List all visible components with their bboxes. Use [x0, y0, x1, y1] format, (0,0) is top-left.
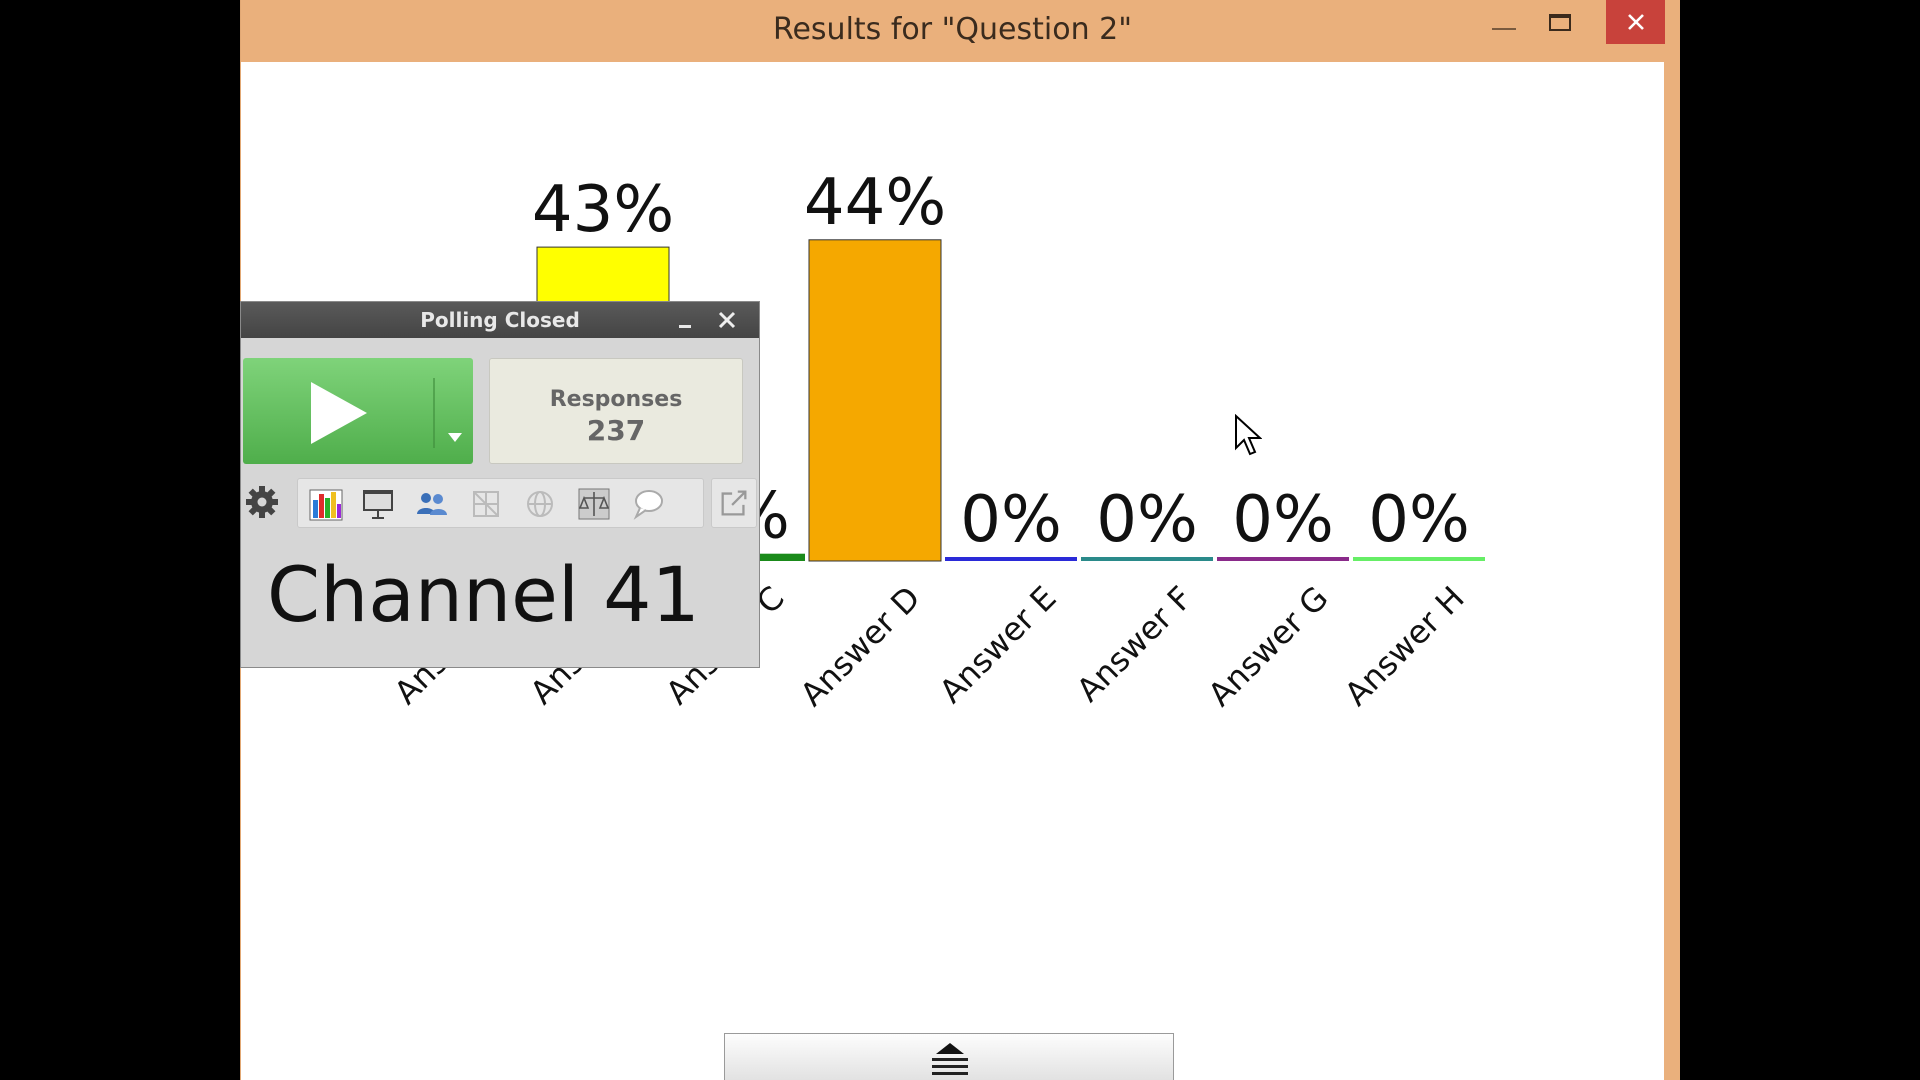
- presentation-icon: [363, 490, 393, 519]
- title-bar[interactable]: Results for "Question 2": [241, 0, 1665, 62]
- gear-icon: [246, 486, 278, 518]
- polling-close-button[interactable]: [713, 306, 743, 334]
- export-button[interactable]: [711, 478, 757, 528]
- value-label: 0%: [1232, 483, 1334, 557]
- close-icon: [718, 311, 736, 329]
- close-icon: [1627, 14, 1644, 30]
- minimize-icon: [679, 325, 691, 328]
- scale-button[interactable]: [574, 484, 614, 524]
- minimize-button[interactable]: [1476, 0, 1532, 44]
- polling-minimize-button[interactable]: [671, 308, 701, 332]
- maximize-button[interactable]: [1532, 0, 1588, 44]
- window-title: Results for "Question 2": [772, 12, 1133, 47]
- button-divider: [433, 378, 435, 448]
- bar-answer-d: [808, 239, 942, 562]
- globe-icon: [527, 491, 553, 517]
- close-button[interactable]: [1606, 0, 1665, 44]
- value-label: 43%: [532, 173, 674, 247]
- eject-menu-icon: [932, 1043, 968, 1075]
- category-label: Answer F: [1069, 579, 1199, 709]
- comment-button[interactable]: [628, 484, 668, 524]
- channel-label: Channel 41: [267, 550, 700, 639]
- globe-button[interactable]: [520, 484, 560, 524]
- bar-answer-f: [1081, 557, 1213, 561]
- mouse-cursor-icon: [1235, 414, 1262, 456]
- polling-header[interactable]: Polling Closed: [241, 302, 759, 338]
- start-polling-button[interactable]: [243, 358, 473, 464]
- bar-chart-icon: [309, 489, 343, 521]
- category-label: Answer E: [932, 579, 1064, 711]
- export-icon: [721, 490, 747, 516]
- participants-button[interactable]: [412, 484, 452, 524]
- show-results-button[interactable]: [306, 484, 346, 524]
- responses-label: Responses: [549, 387, 683, 412]
- value-label: 0%: [1368, 483, 1470, 557]
- responses-count: 237: [586, 414, 646, 447]
- speech-bubble-icon: [633, 490, 663, 520]
- view-tools: [297, 478, 704, 528]
- settings-button[interactable]: [243, 483, 281, 521]
- value-label: 0%: [960, 483, 1062, 557]
- minimize-icon: [1492, 28, 1516, 30]
- scale-icon: [578, 488, 610, 520]
- bar-answer-g: [1217, 557, 1349, 561]
- chevron-down-icon[interactable]: [447, 431, 463, 443]
- category-label: Answer G: [1201, 579, 1336, 714]
- bar-answer-h: [1353, 557, 1485, 561]
- value-label: 44%: [804, 166, 946, 240]
- responses-panel: Responses 237: [489, 358, 743, 464]
- maximize-icon: [1549, 13, 1571, 31]
- category-label: Answer D: [793, 579, 928, 714]
- presentation-button[interactable]: [358, 484, 398, 524]
- grid-button[interactable]: [466, 484, 506, 524]
- category-label: Answer H: [1337, 579, 1471, 713]
- bar-answer-e: [945, 557, 1077, 561]
- value-label: 0%: [1096, 483, 1198, 557]
- bottom-menu-handle[interactable]: [724, 1033, 1174, 1080]
- polling-widget: Polling Closed Responses 237 Channel 41: [240, 301, 760, 668]
- play-icon: [311, 382, 367, 444]
- grid-icon: [473, 491, 499, 517]
- polling-toolbar: [241, 478, 759, 528]
- participants-icon: [417, 493, 447, 515]
